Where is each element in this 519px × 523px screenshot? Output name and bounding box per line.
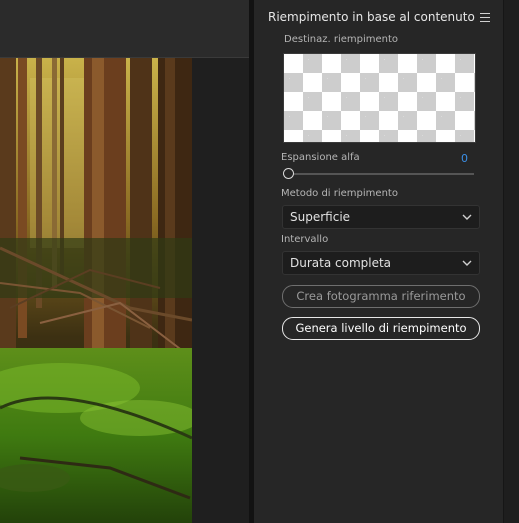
fill-method-dropdown[interactable]: Superficie (282, 205, 480, 229)
viewer-pasteboard (192, 58, 249, 523)
alpha-expansion-value[interactable]: 0 (461, 152, 468, 165)
fill-method-value: Superficie (290, 210, 351, 224)
panel-scrollbar[interactable] (503, 0, 519, 523)
composition-viewer (0, 0, 249, 523)
viewer-toolbar (0, 0, 249, 58)
range-label: Intervallo (281, 234, 329, 245)
fill-method-label: Metodo di riempimento (281, 188, 398, 199)
panel-title: Riempimento in base al contenuto (268, 10, 475, 24)
content-aware-fill-panel: Riempimento in base al contenuto Destina… (254, 0, 503, 523)
chevron-down-icon (462, 214, 472, 220)
forest-footage-frame[interactable] (0, 58, 192, 523)
fill-target-label: Destinaz. riempimento (284, 34, 399, 45)
alpha-expansion-label: Espansione alfa (281, 152, 360, 163)
forest-image (0, 58, 192, 523)
generate-fill-layer-button[interactable]: Genera livello di riempimento (282, 317, 480, 340)
fill-target-preview (283, 53, 476, 143)
alpha-expansion-slider-thumb[interactable] (283, 168, 294, 179)
create-reference-frame-button[interactable]: Crea fotogramma riferimento (282, 285, 480, 308)
panel-header: Riempimento in base al contenuto (254, 0, 503, 32)
range-dropdown[interactable]: Durata completa (282, 251, 480, 275)
hamburger-menu-icon[interactable] (480, 13, 490, 22)
range-value: Durata completa (290, 256, 392, 270)
chevron-down-icon (462, 260, 472, 266)
alpha-expansion-slider-track[interactable] (283, 173, 474, 175)
